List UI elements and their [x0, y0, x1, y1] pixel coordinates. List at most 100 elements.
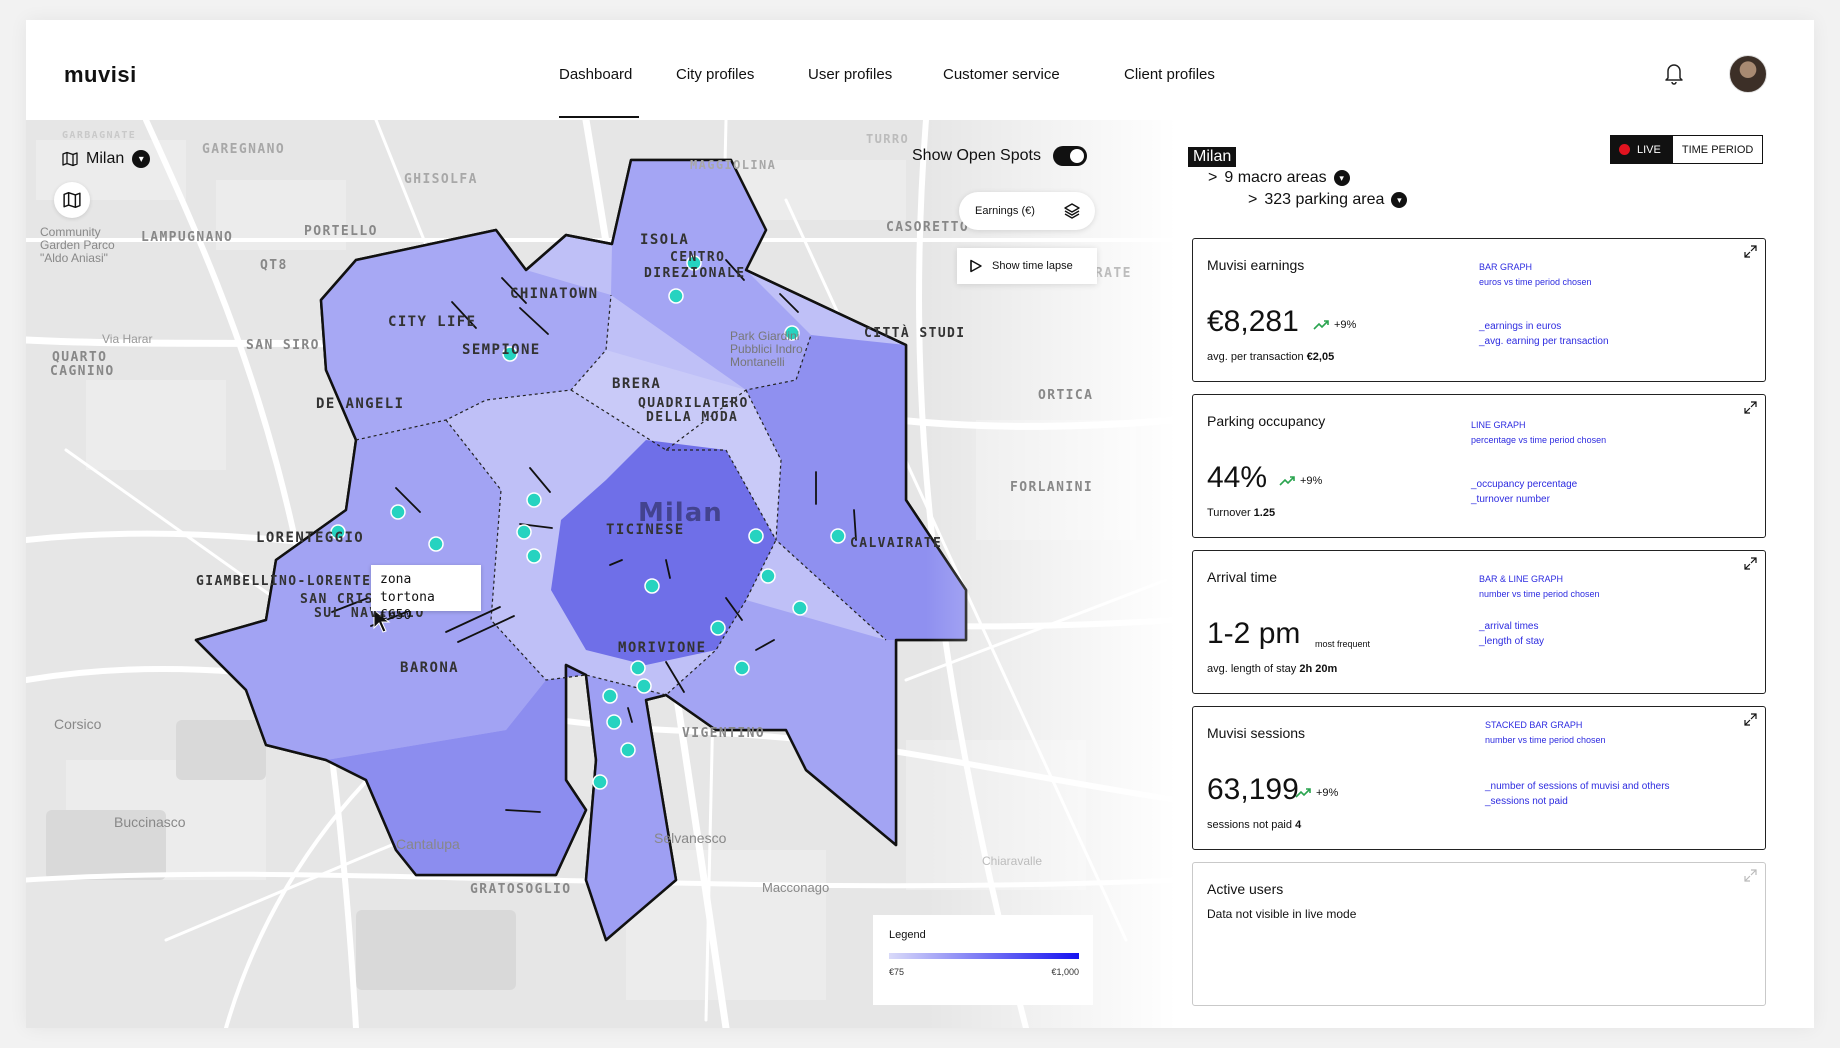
expand-icon[interactable] — [1744, 245, 1757, 258]
arrival-card[interactable]: Arrival time 1-2 pm most frequent avg. l… — [1192, 550, 1766, 694]
card-meta-desc: number vs time period chosen — [1485, 735, 1606, 745]
chevron-down-icon[interactable]: ▾ — [1333, 170, 1350, 186]
nav-dashboard[interactable]: Dashboard — [559, 66, 632, 83]
card-meta-line: _occupancy percentage — [1471, 479, 1578, 490]
card-title: Parking occupancy — [1207, 413, 1326, 429]
card-trend: +9% — [1279, 475, 1322, 487]
card-meta-lines: _occupancy percentage _turnover number — [1471, 477, 1577, 507]
macro-areas-label: 9 macro areas — [1224, 169, 1327, 186]
card-meta-desc: euros vs time period chosen — [1479, 277, 1592, 287]
open-spots-control: Show Open Spots — [912, 146, 1087, 166]
chevron-down-icon[interactable]: ▾ — [1391, 192, 1408, 208]
map-place-label: Via Harar — [102, 332, 153, 346]
map-view-button[interactable] — [54, 182, 90, 218]
tooltip-zone-value: €650 — [380, 608, 412, 623]
region-tag[interactable]: Milan — [1188, 147, 1237, 167]
map-place-label: SAN SIRO — [246, 338, 320, 353]
map-place-label: Chiaravalle — [982, 854, 1043, 868]
time-period-button[interactable]: TIME PERIOD — [1672, 136, 1763, 163]
live-mode-button[interactable]: LIVE — [1611, 136, 1673, 163]
map-icon — [63, 191, 81, 209]
bell-icon[interactable] — [1662, 60, 1686, 86]
card-trend-value: +9% — [1334, 319, 1357, 331]
map-place-label: PORTELLO — [304, 224, 378, 239]
card-trend-value: +9% — [1300, 475, 1323, 487]
card-meta-line: _turnover number — [1471, 494, 1550, 505]
expand-icon — [1744, 869, 1757, 882]
nav-city-profiles[interactable]: City profiles — [676, 66, 754, 83]
card-meta: BAR & LINE GRAPH number vs time period c… — [1479, 572, 1600, 602]
map-legend: Legend €75 €1,000 — [873, 915, 1093, 1005]
card-note: avg. length of stay 2h 20m — [1207, 663, 1337, 675]
parking-areas-label: 323 parking area — [1264, 191, 1385, 208]
user-avatar[interactable] — [1729, 55, 1767, 93]
city-selector-label: Milan — [86, 150, 125, 167]
map-place-label: GARBAGNATE — [62, 130, 137, 141]
trend-up-icon — [1295, 788, 1311, 798]
map-place-label: QUARTO — [52, 350, 108, 365]
sessions-card[interactable]: Muvisi sessions 63,199 +9% sessions not … — [1192, 706, 1766, 850]
map-place-label: Buccinasco — [114, 814, 186, 830]
map-place-label: CITTÀ STUDI — [864, 326, 966, 341]
active-users-card[interactable]: Active users Data not visible in live mo… — [1192, 862, 1766, 1006]
layer-selector[interactable]: Earnings (€) — [959, 192, 1095, 230]
card-note-value: 1.25 — [1253, 507, 1276, 519]
card-value: 63,199 — [1207, 773, 1299, 806]
open-spots-toggle[interactable] — [1052, 146, 1087, 166]
timelapse-button[interactable]: Show time lapse — [957, 248, 1097, 284]
nav-user-profiles[interactable]: User profiles — [808, 66, 892, 83]
card-meta-line: _sessions not paid — [1485, 796, 1568, 807]
map-place-label: TURRO — [866, 132, 910, 146]
card-meta-line: _avg. earning per transaction — [1479, 336, 1609, 347]
nav-active-indicator — [559, 116, 639, 118]
map-place-label: DIREZIONALE — [644, 266, 746, 281]
crumb-arrow: > — [1208, 169, 1218, 186]
map-place-label: LAMPUGNANO — [141, 230, 234, 245]
earnings-card[interactable]: Muvisi earnings €8,281 +9% avg. per tran… — [1192, 238, 1766, 382]
map-place-label: Corsico — [54, 716, 102, 732]
layers-icon — [1064, 203, 1080, 219]
card-value: €8,281 — [1207, 305, 1299, 338]
expand-icon[interactable] — [1744, 401, 1757, 414]
parking-areas-selector[interactable]: > 323 parking area ▾ — [1248, 191, 1408, 209]
app-logo[interactable]: muvisi — [64, 62, 137, 88]
legend-min: €75 — [889, 967, 905, 977]
card-trend-value: +9% — [1316, 787, 1339, 799]
nav-customer-service[interactable]: Customer service — [943, 66, 1060, 83]
timelapse-label: Show time lapse — [992, 260, 1073, 272]
expand-icon[interactable] — [1744, 557, 1757, 570]
live-dot-icon — [1619, 144, 1630, 155]
chevron-down-icon[interactable]: ▾ — [132, 150, 151, 168]
time-period-label: TIME PERIOD — [1681, 143, 1754, 156]
card-meta-type: BAR & LINE GRAPH — [1479, 574, 1564, 584]
city-selector[interactable]: Milan ▾ — [62, 150, 151, 168]
card-meta-desc: percentage vs time period chosen — [1471, 435, 1607, 445]
card-meta-type: LINE GRAPH — [1471, 420, 1526, 430]
map-place-label: TICINESE — [606, 522, 685, 538]
play-icon — [970, 259, 982, 273]
expand-icon[interactable] — [1744, 713, 1757, 726]
map-place-label: Macconago — [762, 880, 830, 895]
map-place-label: Selvanesco — [654, 830, 727, 846]
nav-client-profiles[interactable]: Client profiles — [1124, 66, 1215, 83]
zone-tooltip: zona tortona €650 — [371, 565, 481, 623]
map-place-label: DELLA MODA — [646, 410, 739, 425]
map-place-label: Community Garden Parco "Aldo Aniasi" — [40, 225, 115, 265]
card-note-label: Turnover — [1207, 507, 1251, 519]
card-note-label: avg. length of stay — [1207, 663, 1297, 675]
map-place-label: Park Giardini Pubblici Indro Montanelli — [730, 329, 803, 369]
card-note-label: sessions not paid — [1207, 819, 1292, 831]
macro-areas-selector[interactable]: > 9 macro areas ▾ — [1208, 169, 1350, 187]
card-title: Arrival time — [1207, 569, 1278, 585]
map-place-label: ISOLA — [640, 232, 690, 248]
card-meta-line: _earnings in euros — [1479, 321, 1562, 332]
card-title: Muvisi sessions — [1207, 725, 1306, 741]
map-place-label: GHISOLFA — [404, 172, 478, 187]
occupancy-card[interactable]: Parking occupancy 44% +9% Turnover 1.25 … — [1192, 394, 1766, 538]
card-note-value: €2,05 — [1306, 351, 1335, 363]
card-note: sessions not paid 4 — [1207, 819, 1301, 831]
card-title: Muvisi earnings — [1207, 257, 1305, 273]
crumb-arrow: > — [1248, 191, 1258, 208]
map-area[interactable]: Milan GARBAGNATE GAREGNANO GHISOLFA MAGGIOL… — [26, 120, 1176, 1028]
layer-selector-label: Earnings (€) — [975, 205, 1035, 217]
